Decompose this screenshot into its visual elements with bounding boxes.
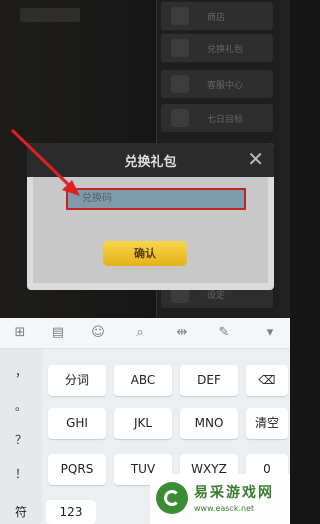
key-ghi[interactable]: GHI <box>48 408 106 439</box>
emoji-icon[interactable]: ☺ <box>90 325 106 341</box>
watermark-url: www.easck.net <box>194 504 255 513</box>
search-icon[interactable]: ⌕ <box>132 325 148 341</box>
punct-comma[interactable]: ， <box>0 363 42 380</box>
backspace-icon[interactable]: ⌫ <box>246 365 288 396</box>
logo-icon <box>156 482 188 514</box>
keyboard-layout-icon[interactable]: ▤ <box>50 325 66 341</box>
punct-period[interactable]: 。 <box>0 397 42 414</box>
keyboard-toolbar: ⊞ ▤ ☺ ⌕ ⇹ ✎ ▾ <box>0 318 290 349</box>
key-clear[interactable]: 清空 <box>246 408 288 439</box>
collapse-keyboard-icon[interactable]: ▾ <box>262 325 278 341</box>
punctuation-column: ， 。 ？ ！ <box>0 349 42 524</box>
handwriting-icon[interactable]: ✎ <box>216 325 232 341</box>
punct-question[interactable]: ？ <box>0 431 42 448</box>
key-pqrs[interactable]: PQRS <box>48 454 106 485</box>
key-fenci[interactable]: 分词 <box>48 365 106 396</box>
site-watermark: 易采游戏网 www.easck.net <box>150 474 290 524</box>
key-mno[interactable]: MNO <box>180 408 238 439</box>
key-jkl[interactable]: JKL <box>114 408 172 439</box>
grid-icon[interactable]: ⊞ <box>12 325 28 341</box>
key-symbols[interactable]: 符 <box>0 500 42 524</box>
key-def[interactable]: DEF <box>180 365 238 396</box>
watermark-title: 易采游戏网 <box>194 485 274 501</box>
key-abc[interactable]: ABC <box>114 365 172 396</box>
cursor-move-icon[interactable]: ⇹ <box>174 325 190 341</box>
key-123[interactable]: 123 <box>46 500 96 524</box>
punct-exclaim[interactable]: ！ <box>0 465 42 482</box>
